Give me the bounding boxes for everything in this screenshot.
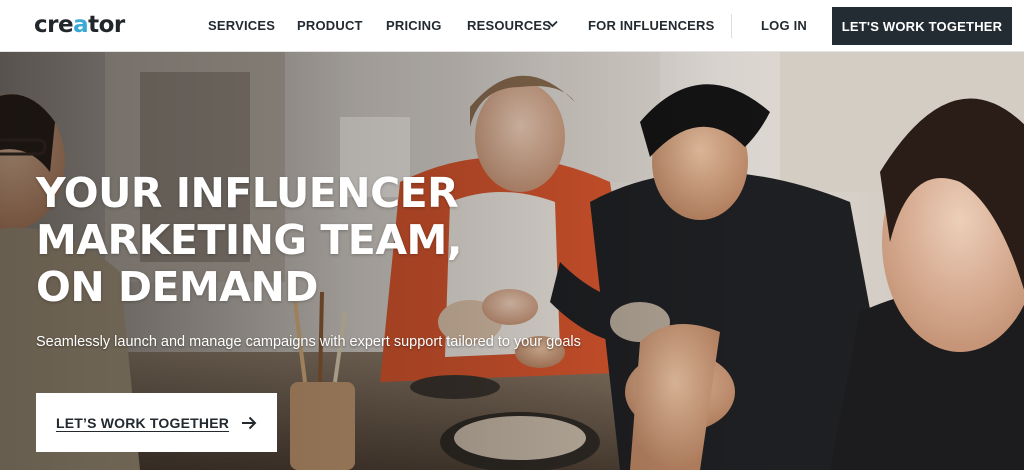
nav-for-influencers[interactable]: FOR INFLUENCERS [588, 18, 715, 34]
hero-subtitle: Seamlessly launch and manage campaigns w… [36, 334, 581, 350]
hero-lets-work-together-button[interactable]: LET’S WORK TOGETHER [36, 393, 277, 452]
nav-resources[interactable]: RESOURCES [467, 18, 551, 34]
chevron-down-icon[interactable] [547, 20, 558, 28]
creator-logo[interactable]: creator [34, 12, 125, 38]
logo-text-accent: a [73, 12, 89, 38]
logo-text-part: cre [34, 12, 74, 38]
nav-log-in[interactable]: LOG IN [761, 18, 807, 34]
nav-services[interactable]: SERVICES [208, 18, 275, 34]
nav-product[interactable]: PRODUCT [297, 18, 363, 34]
hero-title-line: ON DEMAND [36, 263, 318, 311]
logo-text-part: tor [88, 12, 125, 38]
nav-pricing[interactable]: PRICING [386, 18, 442, 34]
hero-section: YOUR INFLUENCER MARKETING TEAM, ON DEMAN… [0, 52, 1024, 470]
site-header: creator SERVICES PRODUCT PRICING RESOURC… [0, 0, 1024, 52]
header-lets-work-together-button[interactable]: LET'S WORK TOGETHER [832, 7, 1012, 45]
arrow-right-icon [242, 416, 257, 429]
hero-title: YOUR INFLUENCER MARKETING TEAM, ON DEMAN… [36, 170, 596, 311]
hero-title-line: YOUR INFLUENCER [36, 169, 459, 217]
hero-title-line: MARKETING TEAM, [36, 216, 462, 264]
nav-divider [731, 14, 732, 38]
hero-cta-label: LET’S WORK TOGETHER [55, 414, 230, 431]
